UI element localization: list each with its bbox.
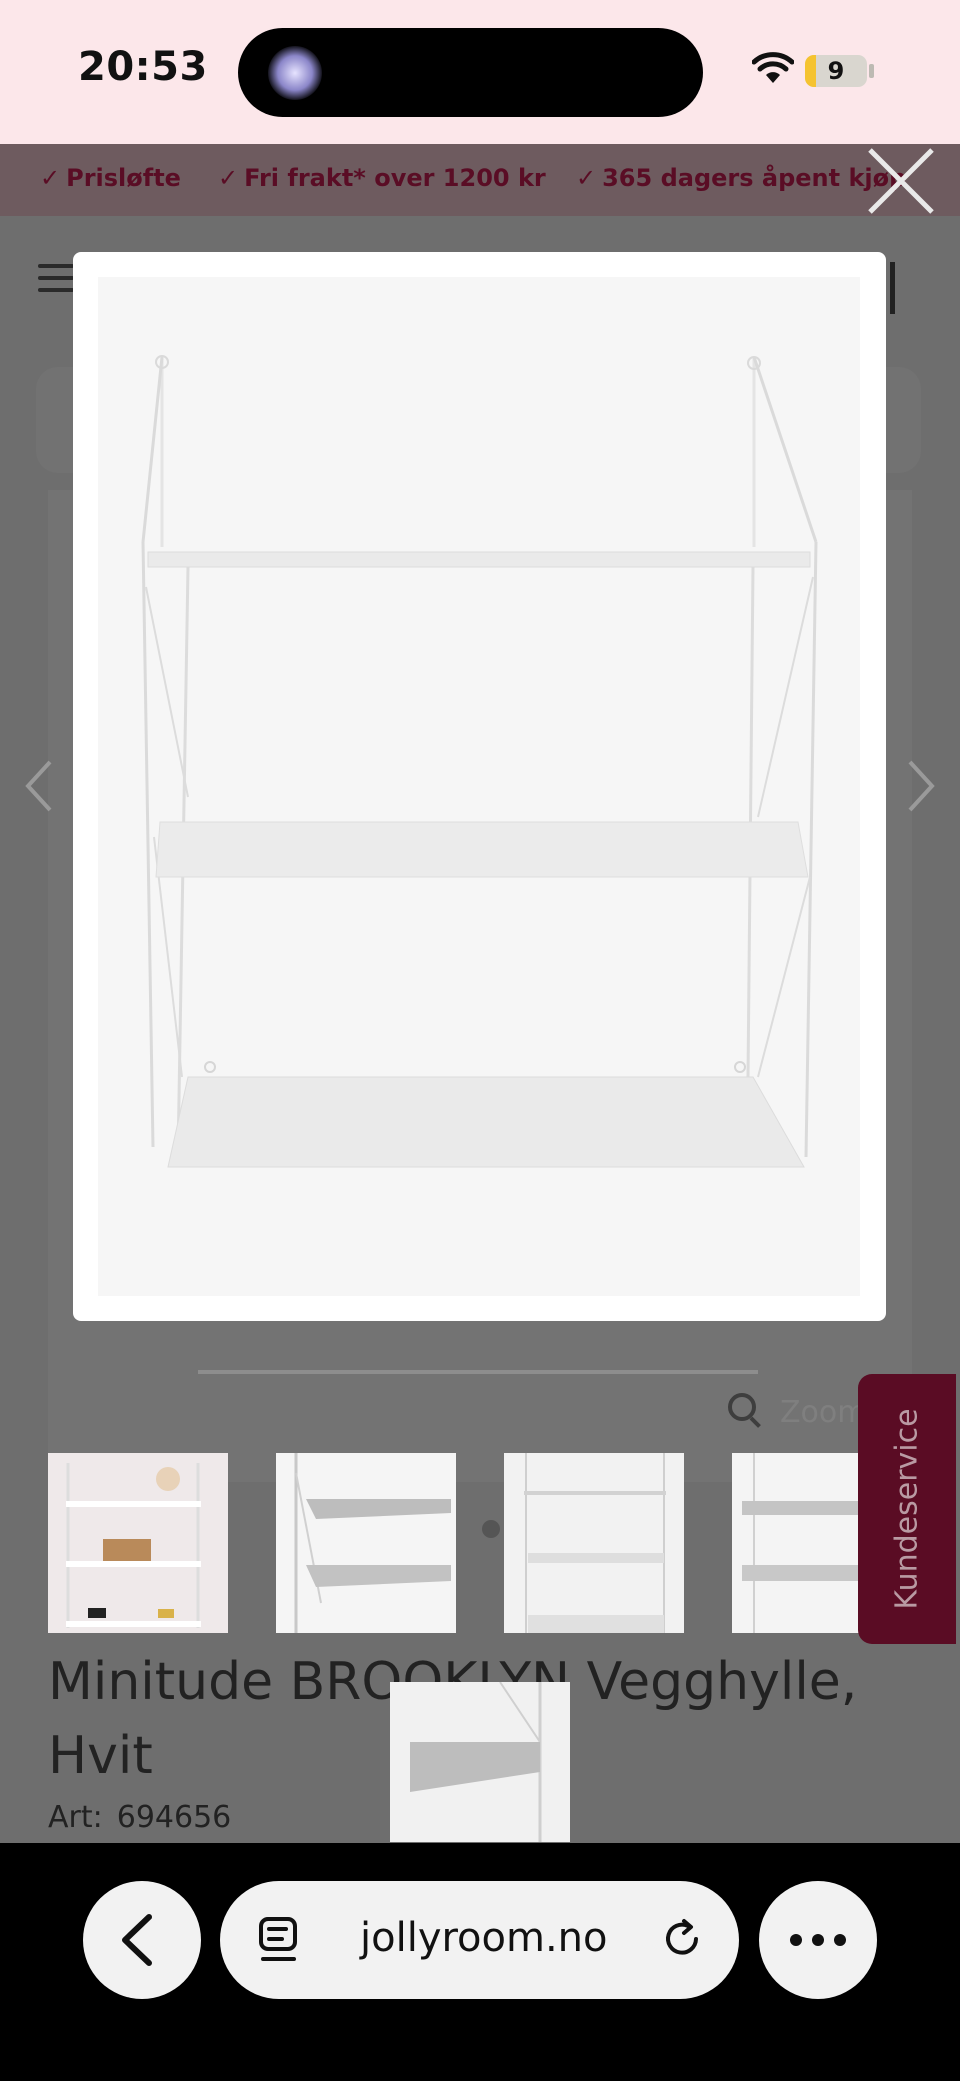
clock: 20:53 (78, 44, 208, 90)
browser-toolbar: jollyroom.no (0, 1843, 960, 2081)
dynamic-island (238, 28, 703, 117)
battery-level: 9 (827, 57, 845, 85)
usp-item: ✓ Fri frakt* over 1200 kr (218, 164, 546, 192)
thumbnail-2[interactable] (276, 1453, 456, 1633)
ellipsis-icon (790, 1934, 846, 1946)
customer-service-label: Kundeservice (889, 1408, 925, 1610)
thumbnail-1[interactable] (48, 1453, 228, 1633)
zoom-icon[interactable] (728, 1393, 756, 1421)
article-number: Art: 694656 (48, 1800, 231, 1835)
flashlight-icon (268, 46, 322, 100)
close-icon[interactable] (866, 146, 936, 216)
reload-icon[interactable] (660, 1917, 704, 1961)
thumbnail-5[interactable] (390, 1682, 570, 1842)
check-icon: ✓ (40, 164, 61, 192)
zoom-label[interactable]: Zoom (780, 1395, 866, 1430)
image-lightbox (73, 252, 886, 1321)
usp-item: ✓ Prisløfte (40, 164, 181, 192)
next-image-arrow-icon[interactable] (900, 758, 940, 814)
usp-item: ✓ 365 dagers åpent kjøp (576, 164, 907, 192)
article-label: Art: (48, 1800, 103, 1835)
page-menu-icon[interactable] (258, 1915, 298, 1963)
wall-shelf-image (141, 355, 818, 1168)
status-bar: 20:53 9 (0, 0, 960, 144)
wifi-icon (752, 52, 794, 83)
usp-bar: ✓ Prisløfte ✓ Fri frakt* over 1200 kr ✓ 365… (0, 144, 960, 216)
url-text[interactable]: jollyroom.no (360, 1915, 608, 1961)
thumbnail-3[interactable] (504, 1453, 684, 1633)
carousel-dot[interactable] (482, 1520, 500, 1538)
customer-service-tab[interactable]: Kundeservice (858, 1374, 956, 1644)
article-value: 694656 (116, 1800, 232, 1835)
more-button[interactable] (759, 1881, 877, 1999)
battery-icon: 9 (805, 55, 867, 87)
prev-image-arrow-icon[interactable] (20, 758, 60, 814)
check-icon: ✓ (576, 164, 597, 192)
address-bar[interactable]: jollyroom.no (220, 1881, 739, 1999)
menu-icon[interactable] (38, 264, 74, 292)
check-icon: ✓ (218, 164, 239, 192)
product-image[interactable] (98, 277, 860, 1296)
chevron-left-icon (122, 1914, 152, 1966)
back-button[interactable] (83, 1881, 201, 1999)
